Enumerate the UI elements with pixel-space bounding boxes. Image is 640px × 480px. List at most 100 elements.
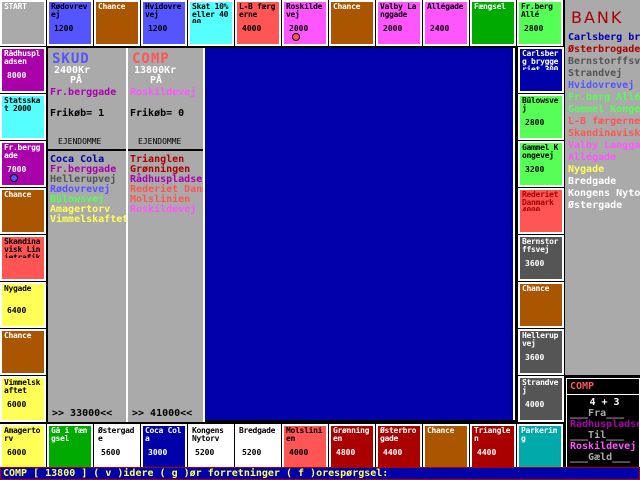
square-price: 6400 (7, 306, 27, 315)
square-name: Fængsel (474, 3, 506, 11)
square-name: Allégade (427, 3, 464, 11)
player-panel-comp: COMP 13800Kr PÅ Roskildevej Frikøb= 0 EJ… (128, 48, 205, 422)
square-price: 3200 (525, 165, 545, 174)
command-prompt[interactable]: COMP [ 13800 ] ( v )idere ( g )ør forret… (0, 467, 640, 480)
bank-property: Valby Langgade (568, 140, 640, 151)
square-name: Valby Langgade (380, 3, 417, 19)
square-price: 2000 (289, 24, 309, 33)
square-price: 5200 (195, 448, 215, 457)
square-name: Skandinavisk Linietrafik 4000 (4, 238, 41, 258)
board-square[interactable]: Grønningen 4800 (328, 423, 376, 471)
square-name: Chance (98, 3, 126, 11)
square-price: 4800 (336, 448, 356, 457)
board-square[interactable]: Chance (0, 187, 47, 235)
bank-properties-list: Carlsberg bryggerietØsterbrogadeBernstor… (565, 32, 640, 212)
board-square[interactable]: Allégade 2400 (422, 0, 470, 47)
board-center (205, 48, 515, 420)
board-square[interactable]: Østerbrogade 4400 (375, 423, 423, 471)
square-price: 8000 (7, 71, 27, 80)
square-name: Molslinien (286, 427, 323, 443)
board-square[interactable]: L-B færgerne 4000 (234, 0, 282, 47)
board-square[interactable]: Gammel Kongevej 3200 (517, 140, 565, 188)
board-square[interactable]: Østergade 5600 (93, 423, 141, 471)
square-price: 1200 (54, 24, 74, 33)
dice-roll: 4 + 3 (589, 397, 620, 408)
turn-player: COMP (567, 379, 639, 395)
player-total: >> 33000<< (52, 408, 113, 419)
square-name: Coca Cola (145, 427, 182, 443)
board-square[interactable]: Skat 10% eller 4000 (187, 0, 235, 47)
board-square[interactable]: Skandinavisk Linietrafik 4000 (0, 234, 47, 282)
board-square[interactable]: Hellerupvej 3600 (517, 328, 565, 376)
owned-properties-list: Trianglen Grønningen Rådhuspladsen Rederiet… (128, 151, 203, 219)
board-square[interactable]: Chance (93, 0, 141, 47)
bank-property: Kongens Nytorv (568, 188, 640, 199)
board-square[interactable]: Rådhuspladsen 8000 (0, 46, 47, 94)
board-square[interactable]: START (0, 0, 47, 47)
square-name: L-B færgerne (239, 3, 276, 19)
board-square[interactable]: Molslinien 4000 (281, 423, 329, 471)
square-name: Vimmelskaftet (4, 379, 41, 395)
player-money: 2400Kr (54, 65, 91, 76)
board-square[interactable]: Rederiet Danmark 4000 (517, 187, 565, 235)
square-name: Chance (4, 332, 32, 340)
bank-panel: BANK Carlsberg bryggerietØsterbrogadeBer… (565, 0, 640, 375)
square-price: 1200 (148, 24, 168, 33)
square-name: Amagertorv (4, 427, 41, 443)
square-name: Rådhuspladsen (4, 50, 41, 66)
board-square[interactable]: Bernstorffsvej 3600 (517, 234, 565, 282)
square-price: 4000 (242, 24, 262, 33)
square-name: Chance (427, 427, 455, 435)
bank-property: Hvidovrevej (568, 80, 635, 91)
bank-title: BANK (571, 8, 624, 27)
square-name: Kongens Nytorv (192, 427, 224, 443)
square-price: 2000 (383, 24, 403, 33)
board-square[interactable]: Fr.berggade 7000 (0, 140, 47, 188)
square-name: Rødovrevej (51, 3, 88, 19)
board-square[interactable]: Bredgade 5200 (234, 423, 282, 471)
board-square[interactable]: Hvidovrevej 1200 (140, 0, 188, 47)
square-name: Bredgade (239, 427, 276, 435)
board-square[interactable]: Gå i fængsel (46, 423, 94, 471)
board-square[interactable]: Carlsberg bryggeriet 3000 (517, 46, 565, 94)
square-name: Fr.berg Allé (521, 3, 553, 19)
board-square[interactable]: Fr.berg Allé 2800 (516, 0, 564, 47)
on-label: PÅ (150, 75, 163, 86)
board-square[interactable]: Coca Cola 3000 (140, 423, 188, 471)
board-square[interactable]: Bülowsvej 2800 (517, 93, 565, 141)
board-square[interactable]: Nygade 6400 (0, 281, 47, 329)
board-square[interactable]: Rødovrevej 1200 (46, 0, 94, 47)
board-square[interactable]: Roskildevej 2000 (281, 0, 329, 47)
square-price: 5600 (101, 448, 121, 457)
board-square[interactable]: Parkering (516, 423, 564, 471)
board-square[interactable]: Fængsel (469, 0, 517, 47)
bank-property: Strandvej (568, 68, 623, 79)
square-name: Østerbrogade (380, 427, 417, 443)
square-name: Grønningen (333, 427, 370, 443)
square-name: Gå i fængsel (51, 427, 88, 443)
board-square[interactable]: Strandvej 4000 (517, 375, 565, 423)
player-money: 13800Kr (134, 65, 177, 76)
board-square[interactable]: Valby Langgade 2000 (375, 0, 423, 47)
square-price: 6000 (7, 400, 27, 409)
square-price: 5200 (242, 448, 262, 457)
square-name: Roskildevej (286, 3, 323, 19)
debt-label: ___Gæld___ (570, 452, 631, 463)
board-square[interactable]: Chance (0, 328, 47, 376)
board-square[interactable]: Vimmelskaftet 6000 (0, 375, 47, 423)
board-square[interactable]: Chance (328, 0, 376, 47)
bank-property: Nygade (568, 164, 605, 175)
board-square[interactable]: Statsskat 2000 (0, 93, 47, 141)
square-price: 2800 (525, 118, 545, 127)
square-name: Bernstorffsvej (522, 238, 559, 254)
board-square[interactable]: Kongens Nytorv 5200 (187, 423, 235, 471)
square-name: Gammel Kongevej (522, 144, 559, 160)
square-name: Statsskat 2000 (4, 97, 41, 113)
board-square[interactable]: Trianglen 4400 (469, 423, 517, 471)
board-square[interactable]: Chance (517, 281, 565, 329)
board-square[interactable]: Amagertorv 6000 (0, 423, 47, 471)
player-position: Roskildevej (130, 87, 197, 98)
board-square[interactable]: Chance (422, 423, 470, 471)
bank-property: Skandinavisk Linietrafik (568, 128, 640, 139)
square-name: Fr.berggade (4, 144, 41, 160)
